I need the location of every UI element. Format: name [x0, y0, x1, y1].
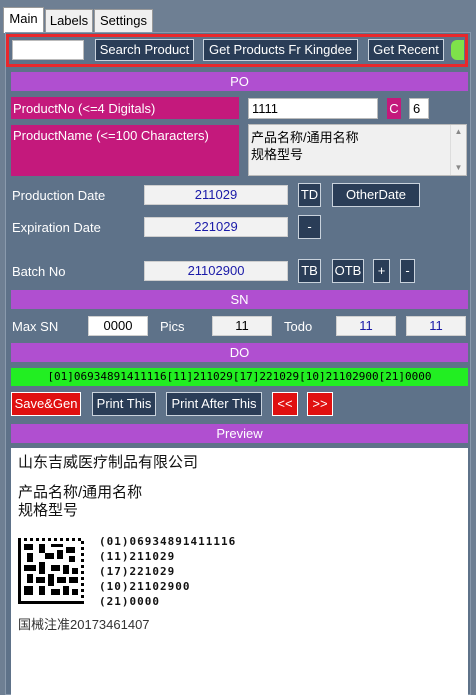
product-no-input[interactable]: 1111: [248, 98, 378, 119]
ai-line: (11)211029: [99, 550, 176, 563]
max-sn-label: Max SN: [12, 319, 59, 334]
scroll-up-icon[interactable]: ▲: [451, 125, 466, 139]
expiration-minus-button[interactable]: -: [298, 215, 321, 239]
production-date-field[interactable]: 211029: [144, 185, 288, 205]
prev-button[interactable]: <<: [272, 392, 298, 416]
code-string: [01]06934891411116[11]211029[17]221029[1…: [11, 368, 468, 386]
do-header: DO: [11, 343, 468, 362]
c-badge: C: [387, 98, 401, 119]
batch-plus-button[interactable]: +: [373, 259, 390, 283]
pics-field[interactable]: 11: [212, 316, 272, 336]
td-button[interactable]: TD: [298, 183, 321, 207]
c-value-input[interactable]: 6: [409, 98, 429, 119]
tab-settings[interactable]: Settings: [94, 9, 153, 32]
todo-field-1[interactable]: 11: [336, 316, 396, 336]
preview-canvas: 山东吉威医疗制品有限公司 产品名称/通用名称 规格型号 (01)06934891…: [11, 448, 468, 695]
preview-ai-lines: (01)06934891411116 (11)211029 (17)221029…: [99, 534, 236, 609]
po-header: PO: [11, 72, 468, 91]
product-name-label-box: ProductName (<=100 Characters): [11, 125, 239, 176]
batch-minus-button[interactable]: -: [400, 259, 415, 283]
product-name-textarea[interactable]: 产品名称/通用名称 规格型号 ▲ ▼: [248, 124, 467, 176]
preview-name-line2: 规格型号: [18, 502, 79, 519]
ai-line: (01)06934891411116: [99, 535, 237, 548]
tab-labels[interactable]: Labels: [45, 9, 93, 32]
pics-label: Pics: [160, 319, 185, 334]
otb-button[interactable]: OTB: [332, 259, 364, 283]
product-no-label: ProductNo (<=4 Digitals): [13, 101, 156, 116]
preview-header: Preview: [11, 424, 468, 443]
datamatrix-barcode-icon: [18, 538, 84, 604]
expiration-date-field[interactable]: 221029: [144, 217, 288, 237]
textarea-scrollbar[interactable]: ▲ ▼: [450, 125, 466, 175]
batch-no-field[interactable]: 21102900: [144, 261, 288, 281]
todo-field-2[interactable]: 11: [406, 316, 466, 336]
expiration-date-label: Expiration Date: [12, 220, 101, 235]
batch-no-label: Batch No: [12, 264, 66, 279]
print-this-button[interactable]: Print This: [92, 392, 156, 416]
search-product-button[interactable]: Search Product: [95, 39, 194, 61]
ai-line: (10)21102900: [99, 580, 191, 593]
todo-label: Todo: [284, 319, 313, 334]
status-indicator: [451, 40, 464, 60]
other-date-button[interactable]: OtherDate: [332, 183, 420, 207]
scroll-down-icon[interactable]: ▼: [451, 161, 466, 175]
production-date-label: Production Date: [12, 188, 106, 203]
product-name-line2: 规格型号: [251, 147, 304, 162]
ai-line: (21)0000: [99, 595, 160, 608]
get-recent-button[interactable]: Get Recent: [368, 39, 444, 61]
print-after-this-button[interactable]: Print After This: [166, 392, 262, 416]
product-name-label: ProductName (<=100 Characters): [13, 128, 209, 143]
ai-line: (17)221029: [99, 565, 176, 578]
preview-company: 山东吉威医疗制品有限公司: [18, 454, 199, 471]
tab-main[interactable]: Main: [3, 7, 44, 33]
max-sn-field[interactable]: 0000: [88, 316, 148, 336]
search-input[interactable]: [12, 40, 84, 60]
preview-registration: 国械注准20173461407: [18, 617, 150, 632]
get-products-kingdee-button[interactable]: Get Products Fr Kingdee: [203, 39, 358, 61]
sn-header: SN: [11, 290, 468, 309]
tb-button[interactable]: TB: [298, 259, 321, 283]
save-gen-button[interactable]: Save&Gen: [11, 392, 81, 416]
product-no-label-box: ProductNo (<=4 Digitals): [11, 97, 239, 119]
next-button[interactable]: >>: [307, 392, 333, 416]
